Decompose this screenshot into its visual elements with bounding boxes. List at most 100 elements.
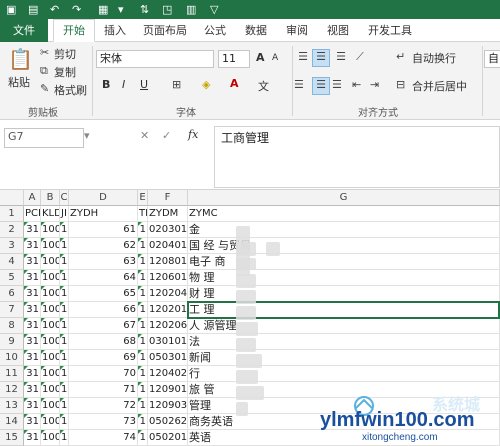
align-left-icon[interactable]: ☰ bbox=[294, 78, 304, 92]
cut-icon[interactable]: ✂ bbox=[40, 46, 49, 60]
orientation-icon[interactable]: ⟋ bbox=[356, 50, 364, 64]
wrap-text-button[interactable]: 自动换行 bbox=[412, 50, 456, 66]
cell-b4[interactable]: 100 bbox=[41, 254, 60, 270]
row-header[interactable]: 1 bbox=[0, 206, 24, 222]
grow-font-button[interactable]: A bbox=[256, 51, 265, 64]
enter-icon[interactable]: ✓ bbox=[162, 129, 171, 142]
cell-g2[interactable]: 金 bbox=[188, 222, 500, 238]
cell-b6[interactable]: 100 bbox=[41, 286, 60, 302]
shape-icon[interactable]: ◳ bbox=[162, 3, 172, 16]
cell-b14[interactable]: 100 bbox=[41, 414, 60, 430]
tab-developer[interactable]: 开发工具 bbox=[368, 22, 412, 38]
cell-a12[interactable]: 31 bbox=[24, 382, 41, 398]
cell-b5[interactable]: 100 bbox=[41, 270, 60, 286]
cell-c11[interactable]: 1 bbox=[60, 366, 69, 382]
cell-g8[interactable]: 人 源管理 bbox=[188, 318, 500, 334]
freeze-icon[interactable]: ▥ bbox=[186, 3, 196, 16]
copy-icon[interactable]: ⧉ bbox=[40, 64, 48, 78]
wrap-text-icon[interactable]: ↵ bbox=[396, 50, 405, 64]
cell-b9[interactable]: 100 bbox=[41, 334, 60, 350]
cell-a14[interactable]: 31 bbox=[24, 414, 41, 430]
decrease-indent-icon[interactable]: ⇤ bbox=[352, 78, 361, 92]
align-center-icon[interactable]: ☰ bbox=[312, 77, 330, 95]
align-right-icon[interactable]: ☰ bbox=[332, 78, 342, 92]
cell-f3[interactable]: 020401 bbox=[148, 238, 188, 254]
cancel-icon[interactable]: ✕ bbox=[140, 129, 149, 142]
cell-d13[interactable]: 72 bbox=[69, 398, 138, 414]
tab-insert[interactable]: 插入 bbox=[104, 22, 126, 38]
save-icon[interactable]: ▤ bbox=[28, 3, 38, 16]
formula-input[interactable]: 工商管理 bbox=[214, 126, 500, 188]
cell-c2[interactable]: 1 bbox=[60, 222, 69, 238]
tab-page-layout[interactable]: 页面布局 bbox=[143, 22, 187, 38]
column-header-e[interactable]: E bbox=[138, 190, 148, 206]
filter-icon[interactable]: ▽ bbox=[210, 3, 218, 16]
column-header-c[interactable]: C bbox=[60, 190, 69, 206]
row-header[interactable]: 12 bbox=[0, 382, 24, 398]
cell-e15[interactable]: 1 bbox=[138, 430, 148, 446]
cell-f15[interactable]: 050201 bbox=[148, 430, 188, 446]
cell-a13[interactable]: 31 bbox=[24, 398, 41, 414]
format-painter-icon[interactable]: ✎ bbox=[40, 82, 49, 96]
cell-a5[interactable]: 31 bbox=[24, 270, 41, 286]
cell-d5[interactable]: 64 bbox=[69, 270, 138, 286]
cell-c5[interactable]: 1 bbox=[60, 270, 69, 286]
name-box-dropdown-icon[interactable]: ▾ bbox=[84, 129, 90, 142]
cell-d15[interactable]: 74 bbox=[69, 430, 138, 446]
cell-d1[interactable]: ZYDH bbox=[69, 206, 138, 222]
cell-f4[interactable]: 120801 bbox=[148, 254, 188, 270]
cell-c14[interactable]: 1 bbox=[60, 414, 69, 430]
cell-d12[interactable]: 71 bbox=[69, 382, 138, 398]
phonetic-button[interactable]: 文 bbox=[258, 78, 269, 94]
cell-a7[interactable]: 31 bbox=[24, 302, 41, 318]
cell-d7[interactable]: 66 bbox=[69, 302, 138, 318]
insert-function-button[interactable]: fx bbox=[188, 128, 198, 141]
tab-file[interactable]: 文件 bbox=[0, 19, 48, 42]
cell-c9[interactable]: 1 bbox=[60, 334, 69, 350]
cell-c15[interactable]: 1 bbox=[60, 430, 69, 446]
cell-d9[interactable]: 68 bbox=[69, 334, 138, 350]
merge-icon[interactable]: ⊟ bbox=[396, 78, 405, 92]
undo-icon[interactable]: ↶ bbox=[50, 3, 59, 16]
row-header[interactable]: 2 bbox=[0, 222, 24, 238]
row-header[interactable]: 11 bbox=[0, 366, 24, 382]
copy-button[interactable]: 复制 bbox=[54, 64, 76, 80]
cell-g11[interactable]: 行 bbox=[188, 366, 500, 382]
cell-f14[interactable]: 050262 bbox=[148, 414, 188, 430]
cell-e14[interactable]: 1 bbox=[138, 414, 148, 430]
cell-g10[interactable]: 新闻 bbox=[188, 350, 500, 366]
font-name-select[interactable]: 宋体 bbox=[96, 50, 214, 68]
cell-f2[interactable]: 020301 bbox=[148, 222, 188, 238]
cell-a3[interactable]: 31 bbox=[24, 238, 41, 254]
tab-home[interactable]: 开始 bbox=[53, 19, 95, 42]
cell-e13[interactable]: 1 bbox=[138, 398, 148, 414]
align-top-icon[interactable]: ☰ bbox=[294, 50, 312, 66]
cell-f12[interactable]: 120901 bbox=[148, 382, 188, 398]
cell-a8[interactable]: 31 bbox=[24, 318, 41, 334]
tab-view[interactable]: 视图 bbox=[327, 22, 349, 38]
number-format-select[interactable]: 自动 bbox=[484, 50, 500, 68]
cell-a15[interactable]: 31 bbox=[24, 430, 41, 446]
cell-d3[interactable]: 62 bbox=[69, 238, 138, 254]
cell-b7[interactable]: 100 bbox=[41, 302, 60, 318]
bold-button[interactable]: B bbox=[102, 78, 110, 91]
cell-b10[interactable]: 100 bbox=[41, 350, 60, 366]
cell-e1[interactable]: TI bbox=[138, 206, 148, 222]
column-header-a[interactable]: A bbox=[24, 190, 41, 206]
merge-center-button[interactable]: 合并后居中 bbox=[412, 78, 467, 94]
select-all-corner[interactable] bbox=[0, 190, 24, 206]
paste-button[interactable]: 粘贴 bbox=[8, 74, 30, 90]
font-color-button[interactable]: A bbox=[230, 77, 239, 90]
row-header[interactable]: 15 bbox=[0, 430, 24, 446]
cell-b12[interactable]: 100 bbox=[41, 382, 60, 398]
cell-e7[interactable]: 1 bbox=[138, 302, 148, 318]
cell-d8[interactable]: 67 bbox=[69, 318, 138, 334]
cell-f7[interactable]: 120201 bbox=[148, 302, 188, 318]
italic-button[interactable]: I bbox=[122, 78, 125, 91]
row-header[interactable]: 9 bbox=[0, 334, 24, 350]
cell-e11[interactable]: 1 bbox=[138, 366, 148, 382]
cell-a2[interactable]: 31 bbox=[24, 222, 41, 238]
borders-icon[interactable]: ⊞ bbox=[172, 78, 181, 92]
cell-d6[interactable]: 65 bbox=[69, 286, 138, 302]
cell-e8[interactable]: 1 bbox=[138, 318, 148, 334]
